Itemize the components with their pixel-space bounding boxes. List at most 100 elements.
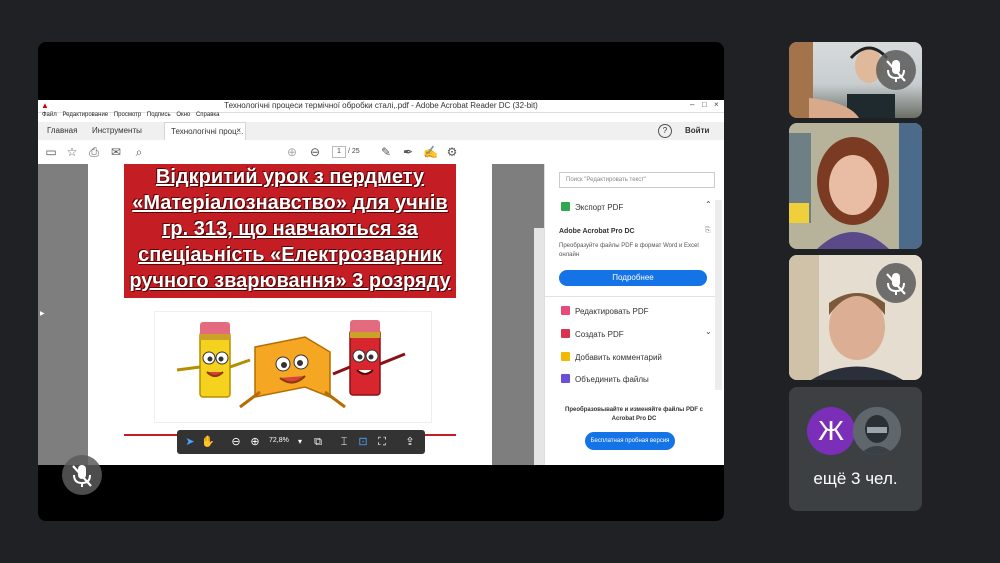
window-title: Технологічні процеси термічної обробки с… (224, 101, 538, 110)
document-scrollbar[interactable] (534, 228, 544, 465)
page-total: / 25 (347, 148, 360, 155)
export-pdf-label: Экспорт PDF (575, 203, 624, 212)
more-participants-tile[interactable]: Ж ещё 3 чел. (789, 387, 922, 511)
attach-icon: ⎘ (705, 227, 711, 234)
muted-mic-icon (62, 455, 102, 495)
acrobat-window: ▲ Технологічні процеси термічної обробки… (38, 100, 724, 465)
tab-home[interactable]: Главная (47, 126, 77, 135)
page-down-icon[interactable]: ⊖ (308, 145, 322, 159)
fit-page-icon[interactable]: ⌶ (337, 435, 351, 449)
menu-help[interactable]: Справка (196, 112, 220, 118)
tab-bar: Главная Инструменты Технологічні проц...… (38, 122, 724, 141)
participant-avatar-photo (853, 407, 901, 455)
zoom-level[interactable]: 72,8% (269, 437, 289, 444)
hand-tool-icon[interactable]: ✋ (201, 435, 215, 449)
menu-view[interactable]: Просмотр (114, 112, 141, 118)
comment-icon[interactable]: ✎ (379, 145, 393, 159)
search-icon[interactable]: ⌕ (132, 145, 146, 159)
floating-toolbar: ➤ ✋ ⊖ ⊕ 72,8% ▾ ⧉ ⌶ ⊡ ⛶ ⇪ (177, 430, 425, 454)
menu-bar: Файл Редактирование Просмотр Подпись Окн… (38, 112, 724, 122)
slide-title-line: спеціаьність «Електрозварник (138, 244, 442, 266)
chevron-up-icon[interactable]: ⌃ (705, 200, 712, 209)
tool-add-comment-label: Добавить комментарий (575, 353, 662, 362)
collapse-left-icon[interactable]: ▶ (40, 310, 45, 317)
participant-avatar: Ж (807, 407, 855, 455)
more-tools-icon[interactable]: ⚙ (445, 145, 459, 159)
tab-tools[interactable]: Инструменты (92, 126, 142, 135)
export-pdf-row[interactable]: Экспорт PDF (561, 202, 623, 212)
promo-text: Преобразовывайте и изменяйте файлы PDF с… (565, 407, 703, 422)
comment-tool-icon (561, 352, 570, 361)
participant-tile-1[interactable] (789, 42, 922, 118)
tab-document-label: Технологічні проц... (171, 127, 244, 136)
page-number-input[interactable]: 1 (332, 146, 346, 158)
chevron-down-icon[interactable]: ⌄ (705, 327, 712, 336)
tab-close-icon[interactable]: × (236, 126, 241, 135)
help-icon[interactable]: ? (658, 124, 672, 138)
export-pdf-icon (561, 202, 570, 211)
red-pencil-character (332, 320, 406, 396)
tools-pane: Поиск "Редактировать текст" Экспорт PDF … (544, 164, 724, 465)
slide-title-line: гр. 313, що навчаються за (162, 218, 418, 240)
menu-file[interactable]: Файл (42, 112, 57, 118)
tool-create-pdf-label: Создать PDF (575, 330, 624, 339)
free-trial-button[interactable]: Бесплатная пробная версия (585, 432, 675, 450)
cartoon-illustration (154, 311, 432, 423)
tool-combine-files[interactable]: Объединить файлы (561, 374, 649, 384)
page-indicator: 1 / 25 (332, 146, 360, 158)
muted-mic-icon (876, 263, 916, 303)
participant-tile-2[interactable] (789, 123, 922, 249)
document-area[interactable]: Відкритий урок з пердмету «Матеріалознав… (38, 164, 544, 465)
full-screen-icon[interactable]: ⛶ (375, 435, 389, 449)
sign-in-link[interactable]: Войти (685, 126, 709, 135)
tool-combine-files-label: Объединить файлы (575, 375, 649, 384)
tool-create-pdf[interactable]: Создать PDF (561, 329, 624, 339)
tool-add-comment[interactable]: Добавить комментарий (561, 352, 662, 362)
share-upload-icon[interactable]: ⇪ (403, 435, 417, 449)
bookmark-star-icon[interactable]: ☆ (65, 145, 79, 159)
minimize-icon[interactable]: – (690, 100, 694, 109)
tools-search-input[interactable]: Поиск "Редактировать текст" (559, 172, 715, 188)
zoom-in-icon[interactable]: ⊕ (248, 435, 262, 449)
slide-title-line: «Матеріалознавство» для учнів (132, 192, 448, 214)
zoom-out-icon[interactable]: ⊖ (229, 435, 243, 449)
more-participants-label: ещё 3 чел. (813, 469, 898, 488)
tool-edit-pdf-label: Редактировать PDF (575, 307, 649, 316)
book-character (239, 336, 346, 409)
print-icon[interactable]: ⎙ (87, 145, 101, 159)
pen-icon[interactable]: ✒ (401, 145, 415, 159)
menu-sign[interactable]: Подпись (147, 112, 171, 118)
email-icon[interactable]: ✉ (109, 145, 123, 159)
select-cursor-icon[interactable]: ➤ (183, 435, 197, 449)
more-button[interactable]: Подробнее (559, 270, 707, 286)
tab-document[interactable]: Технологічні проц... × (164, 122, 246, 140)
sign-icon[interactable]: ✍ (423, 145, 438, 159)
pdf-page: Відкритий урок з пердмету «Матеріалознав… (88, 164, 492, 465)
yellow-pencil-character (176, 322, 251, 398)
tool-edit-pdf[interactable]: Редактировать PDF (561, 306, 648, 316)
create-pdf-icon (561, 329, 570, 338)
menu-window[interactable]: Окно (176, 112, 190, 118)
close-icon[interactable]: × (714, 100, 719, 109)
fit-width-icon[interactable]: ⊡ (356, 435, 370, 449)
participant-tile-3[interactable] (789, 255, 922, 380)
maximize-icon[interactable]: □ (702, 100, 707, 109)
zoom-dropdown-icon[interactable]: ▾ (293, 435, 307, 449)
slide-title-block: Відкритий урок з пердмету «Матеріалознав… (124, 164, 456, 298)
combine-files-icon (561, 374, 570, 383)
muted-mic-icon (876, 50, 916, 90)
presentation-tile: ▲ Технологічні процеси термічної обробки… (38, 42, 724, 521)
menu-edit[interactable]: Редактирование (62, 112, 108, 118)
slide-title-line: Відкритий урок з пердмету (155, 166, 425, 188)
product-name: Adobe Acrobat Pro DC (559, 228, 635, 235)
edit-pdf-icon (561, 306, 570, 315)
slide-title-line: ручного зварювання» 3 розряду (129, 270, 451, 292)
page-copy-icon[interactable]: ⧉ (311, 435, 325, 449)
save-icon[interactable]: ▭ (44, 145, 58, 159)
product-description: Преобразуйте файлы PDF в формат Word и E… (559, 243, 699, 258)
participant-video-2 (789, 123, 922, 249)
acrobat-toolbar: ▭ ☆ ⎙ ✉ ⌕ ⊕ ⊖ 1 / 25 ✎ ✒ ✍ ⚙ (38, 140, 724, 165)
page-up-icon[interactable]: ⊕ (285, 145, 299, 159)
pane-divider (545, 296, 715, 297)
tools-scrollbar[interactable] (715, 200, 722, 390)
